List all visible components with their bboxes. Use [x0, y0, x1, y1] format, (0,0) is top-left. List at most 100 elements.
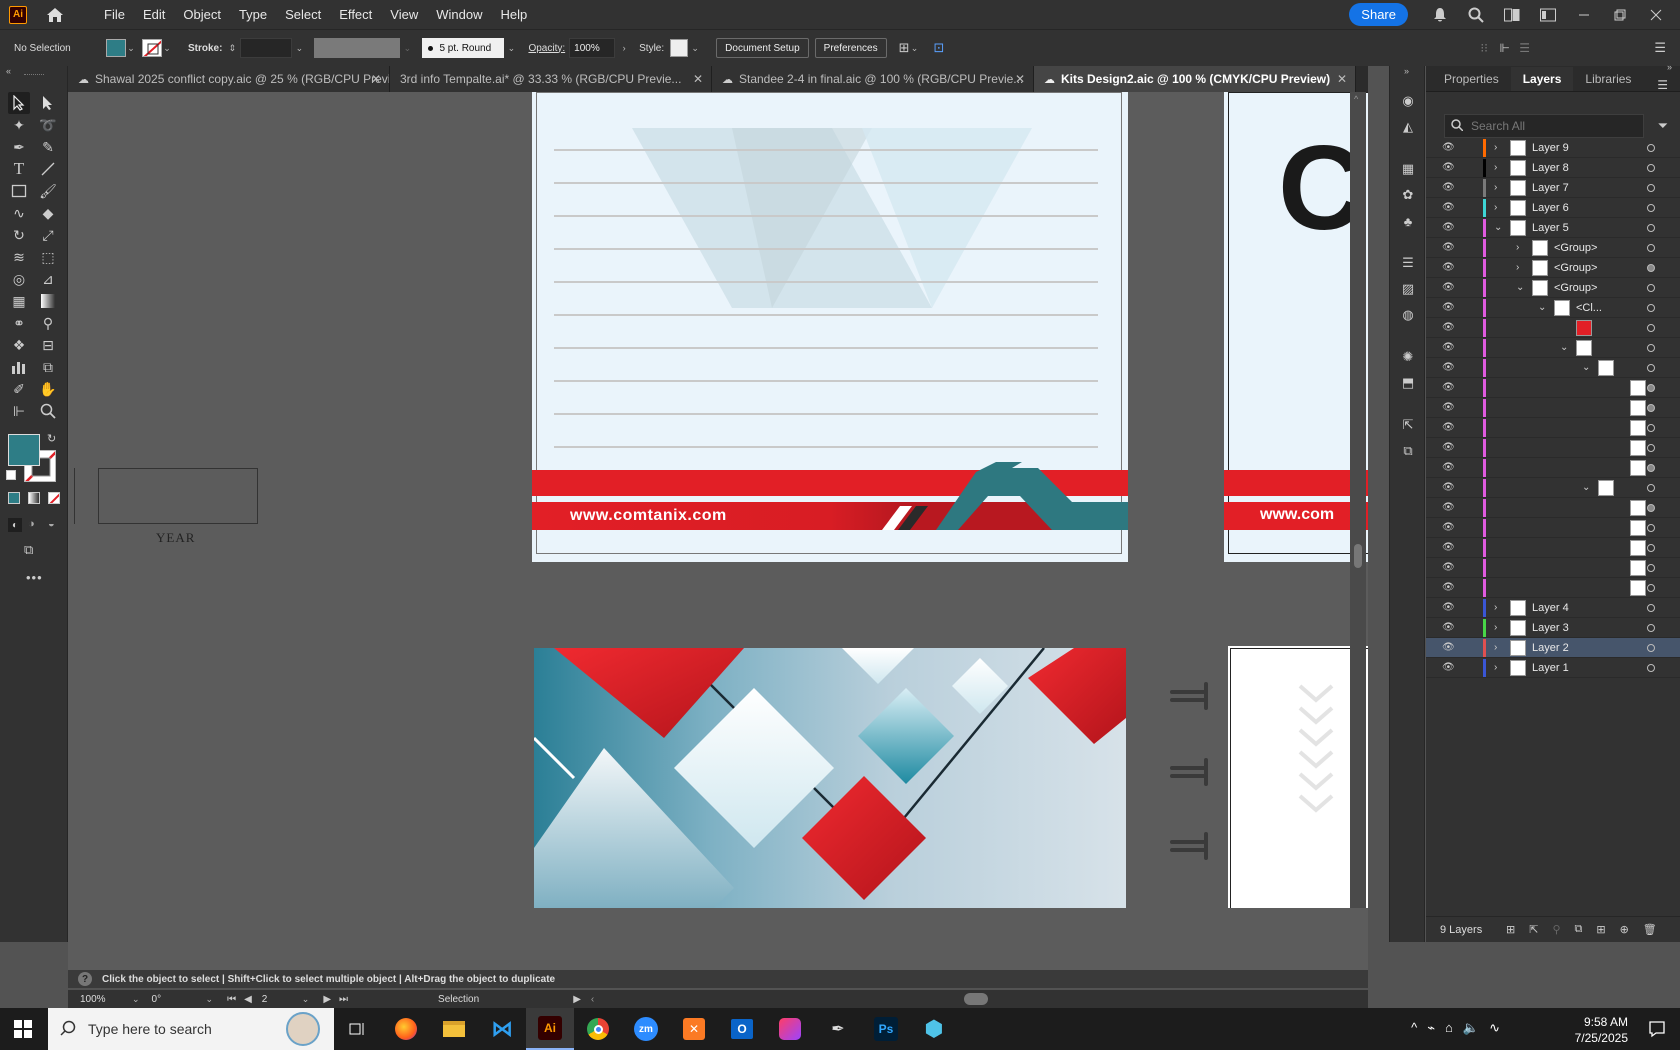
menu-help[interactable]: Help [491, 7, 536, 22]
lock-toggle[interactable] [1462, 600, 1474, 616]
tab-3rd-info-template[interactable]: 3rd info Tempalte.ai* @ 33.33 % (RGB/CPU… [390, 66, 712, 92]
transform-panel-icon[interactable]: ⬒ [1397, 372, 1419, 394]
target-circle-icon[interactable] [1647, 463, 1655, 472]
target-circle-icon[interactable] [1647, 143, 1655, 152]
collapse-chevron-icon[interactable]: ⌄ [1560, 342, 1570, 353]
tray-power-icon[interactable]: ⌁ [1427, 1020, 1435, 1036]
target-circle-icon[interactable] [1647, 623, 1655, 632]
taskbar-search-box[interactable]: Type here to search [48, 1008, 334, 1050]
sublayer-row[interactable]: 👁 [1426, 558, 1680, 578]
tab-kits-design2[interactable]: ☁ Kits Design2.aic @ 100 % (CMYK/CPU Pre… [1034, 66, 1356, 92]
lock-toggle[interactable] [1462, 260, 1474, 276]
scale-tool-icon[interactable]: ⤢ [37, 224, 59, 246]
sublayer-row[interactable]: 👁 [1426, 398, 1680, 418]
sublayer-row[interactable]: 👁 [1426, 538, 1680, 558]
sublayer-row[interactable]: 👁 ⌄ [1426, 338, 1680, 358]
lock-toggle[interactable] [1462, 220, 1474, 236]
target-circle-icon[interactable] [1647, 203, 1655, 212]
pen-tool-icon[interactable]: ✒ [8, 136, 30, 158]
visibility-eye-icon[interactable]: 👁 [1442, 182, 1456, 193]
collapse-chevron-icon[interactable]: ⌄ [1494, 222, 1504, 233]
image-trace-panel-icon[interactable]: ◭ [1397, 116, 1419, 138]
zoom-app-icon[interactable]: zm [622, 1008, 670, 1050]
paintbrush-tool-icon[interactable]: 🖌 [37, 180, 59, 202]
lasso-tool-icon[interactable]: ➰ [37, 114, 59, 136]
file-explorer-app-icon[interactable] [430, 1008, 478, 1050]
menu-list-icon[interactable]: ☰ [1519, 41, 1530, 55]
notifications-bell-icon[interactable] [1428, 5, 1452, 25]
draw-normal-icon[interactable]: ◐ [8, 518, 22, 532]
target-circle-icon[interactable] [1647, 183, 1655, 192]
visibility-eye-icon[interactable]: 👁 [1442, 402, 1456, 413]
vertical-scrollbar[interactable]: ^ [1350, 92, 1366, 908]
shaper-tool-icon[interactable]: ∿ [8, 202, 30, 224]
sublayer-row[interactable]: 👁 [1426, 438, 1680, 458]
lock-toggle[interactable] [1462, 440, 1474, 456]
visibility-eye-icon[interactable]: 👁 [1442, 582, 1456, 593]
rotation-field[interactable]: 0° [152, 994, 206, 1005]
notebook-artboard[interactable] [1228, 646, 1368, 908]
lock-toggle[interactable] [1462, 420, 1474, 436]
perspective-grid-tool-icon[interactable]: ⊿ [37, 268, 59, 290]
close-tab-icon[interactable]: ✕ [1015, 72, 1025, 86]
layer-row[interactable]: 👁 › Layer 4 [1426, 598, 1680, 618]
arrange-documents-icon[interactable] [1500, 5, 1524, 25]
target-circle-icon[interactable] [1647, 423, 1655, 432]
expand-chevron-icon[interactable]: › [1494, 622, 1504, 633]
layer-row[interactable]: 👁 ⌄ Layer 5 [1426, 218, 1680, 238]
target-circle-icon[interactable] [1647, 303, 1655, 312]
target-circle-icon[interactable] [1647, 443, 1655, 452]
visibility-eye-icon[interactable]: 👁 [1442, 422, 1456, 433]
sublayer-row[interactable]: 👁 ⌄ <Cl... [1426, 298, 1680, 318]
visibility-eye-icon[interactable]: 👁 [1442, 382, 1456, 393]
fill-swatch[interactable] [106, 39, 126, 57]
close-tab-icon[interactable]: ✕ [693, 72, 703, 86]
volume-icon[interactable]: 🔈 [1463, 1020, 1479, 1036]
rotation-dropdown-icon[interactable]: ⌄ [206, 994, 214, 1005]
artboard-dropdown-icon[interactable]: ⌄ [302, 994, 310, 1005]
last-artboard-icon[interactable]: ⏭ [339, 994, 348, 1005]
sublayer-row[interactable]: 👁 [1426, 498, 1680, 518]
free-transform-tool-icon[interactable]: ⬚ [37, 246, 59, 268]
task-view-icon[interactable] [334, 1008, 382, 1050]
share-button[interactable]: Share [1349, 3, 1408, 26]
stroke-panel-icon[interactable]: ☰ [1397, 252, 1419, 274]
sublayer-row[interactable]: 👁 ⌄ <Group> [1426, 278, 1680, 298]
artboard-tool-icon[interactable]: ⧉ [37, 356, 59, 378]
tab-layers[interactable]: Layers [1510, 67, 1574, 91]
start-button[interactable] [14, 1020, 32, 1041]
align-dropdown-icon[interactable]: ⌄ [909, 43, 919, 54]
visibility-eye-icon[interactable]: 👁 [1442, 502, 1456, 513]
document-setup-button[interactable]: Document Setup [716, 38, 809, 58]
lock-toggle[interactable] [1462, 200, 1474, 216]
eyedropper-tool-icon[interactable]: ⚲ [37, 312, 59, 334]
panel-collapse-icon[interactable]: » [1667, 62, 1672, 72]
menu-window[interactable]: Window [427, 7, 491, 22]
swap-fill-stroke-icon[interactable]: ↻ [47, 432, 56, 445]
visibility-eye-icon[interactable]: 👁 [1442, 442, 1456, 453]
symbol-sprayer-tool-icon[interactable]: ❖ [8, 334, 30, 356]
visibility-eye-icon[interactable]: 👁 [1442, 302, 1456, 313]
draw-behind-icon[interactable]: ◑ [28, 518, 35, 530]
graphic-style-swatch[interactable] [670, 39, 689, 57]
brush-dropdown-icon[interactable]: ⌄ [506, 43, 516, 54]
target-circle-icon[interactable] [1647, 523, 1655, 532]
type-tool-icon[interactable]: T [8, 158, 30, 180]
screen-mode-icon[interactable]: ⧉ [24, 542, 33, 558]
lock-toggle[interactable] [1462, 640, 1474, 656]
target-circle-icon[interactable] [1647, 323, 1655, 332]
brushes-panel-icon[interactable]: ✿ [1397, 184, 1419, 206]
arrange-icon[interactable]: ⁝⁝ [1480, 41, 1488, 55]
menu-view[interactable]: View [381, 7, 427, 22]
notifications-icon[interactable] [1648, 1020, 1666, 1041]
new-sublayer-icon[interactable]: ⊞ [1596, 923, 1605, 936]
eraser-tool-icon[interactable]: ◆ [37, 202, 59, 224]
collapse-chevron-icon[interactable]: ⌄ [1582, 362, 1592, 373]
target-circle-icon[interactable] [1647, 363, 1655, 372]
visibility-eye-icon[interactable]: 👁 [1442, 262, 1456, 273]
language-icon[interactable]: ∿ [1489, 1020, 1500, 1036]
export-panel-icon[interactable]: ⇱ [1397, 414, 1419, 436]
gradient-panel-icon[interactable]: ▨ [1397, 278, 1419, 300]
expand-chevron-icon[interactable]: › [1516, 262, 1526, 273]
help-icon[interactable]: ? [78, 972, 92, 986]
